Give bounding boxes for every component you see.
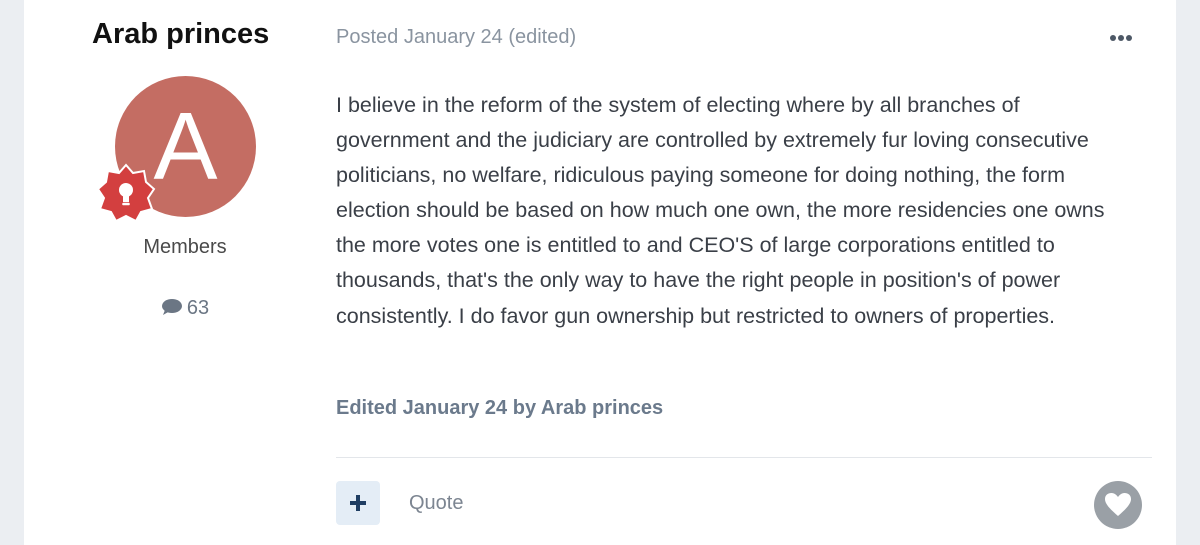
- rank-badge-icon: [96, 163, 156, 223]
- quote-button[interactable]: Quote: [409, 492, 463, 515]
- author-name[interactable]: Arab princes: [92, 18, 269, 51]
- post-date[interactable]: Posted January 24 (edited): [336, 26, 576, 49]
- multiquote-button[interactable]: [336, 481, 380, 525]
- edit-note: Edited January 24 by Arab princes: [336, 397, 664, 419]
- comment-icon: [161, 298, 183, 322]
- more-options-icon[interactable]: [1104, 30, 1138, 46]
- post-count-value: 63: [186, 297, 210, 319]
- plus-icon: [350, 495, 366, 511]
- post-content: I believe in the reform of the system of…: [336, 93, 1105, 328]
- post-card: Arab princes A Members 63 Posted January…: [24, 0, 1176, 545]
- divider: [336, 457, 1152, 458]
- author-panel: Arab princes A Members 63: [24, 0, 346, 545]
- member-group: Members: [143, 236, 227, 258]
- post-count[interactable]: 63: [24, 297, 346, 322]
- react-button[interactable]: [1094, 481, 1142, 529]
- heart-icon: [1105, 493, 1131, 516]
